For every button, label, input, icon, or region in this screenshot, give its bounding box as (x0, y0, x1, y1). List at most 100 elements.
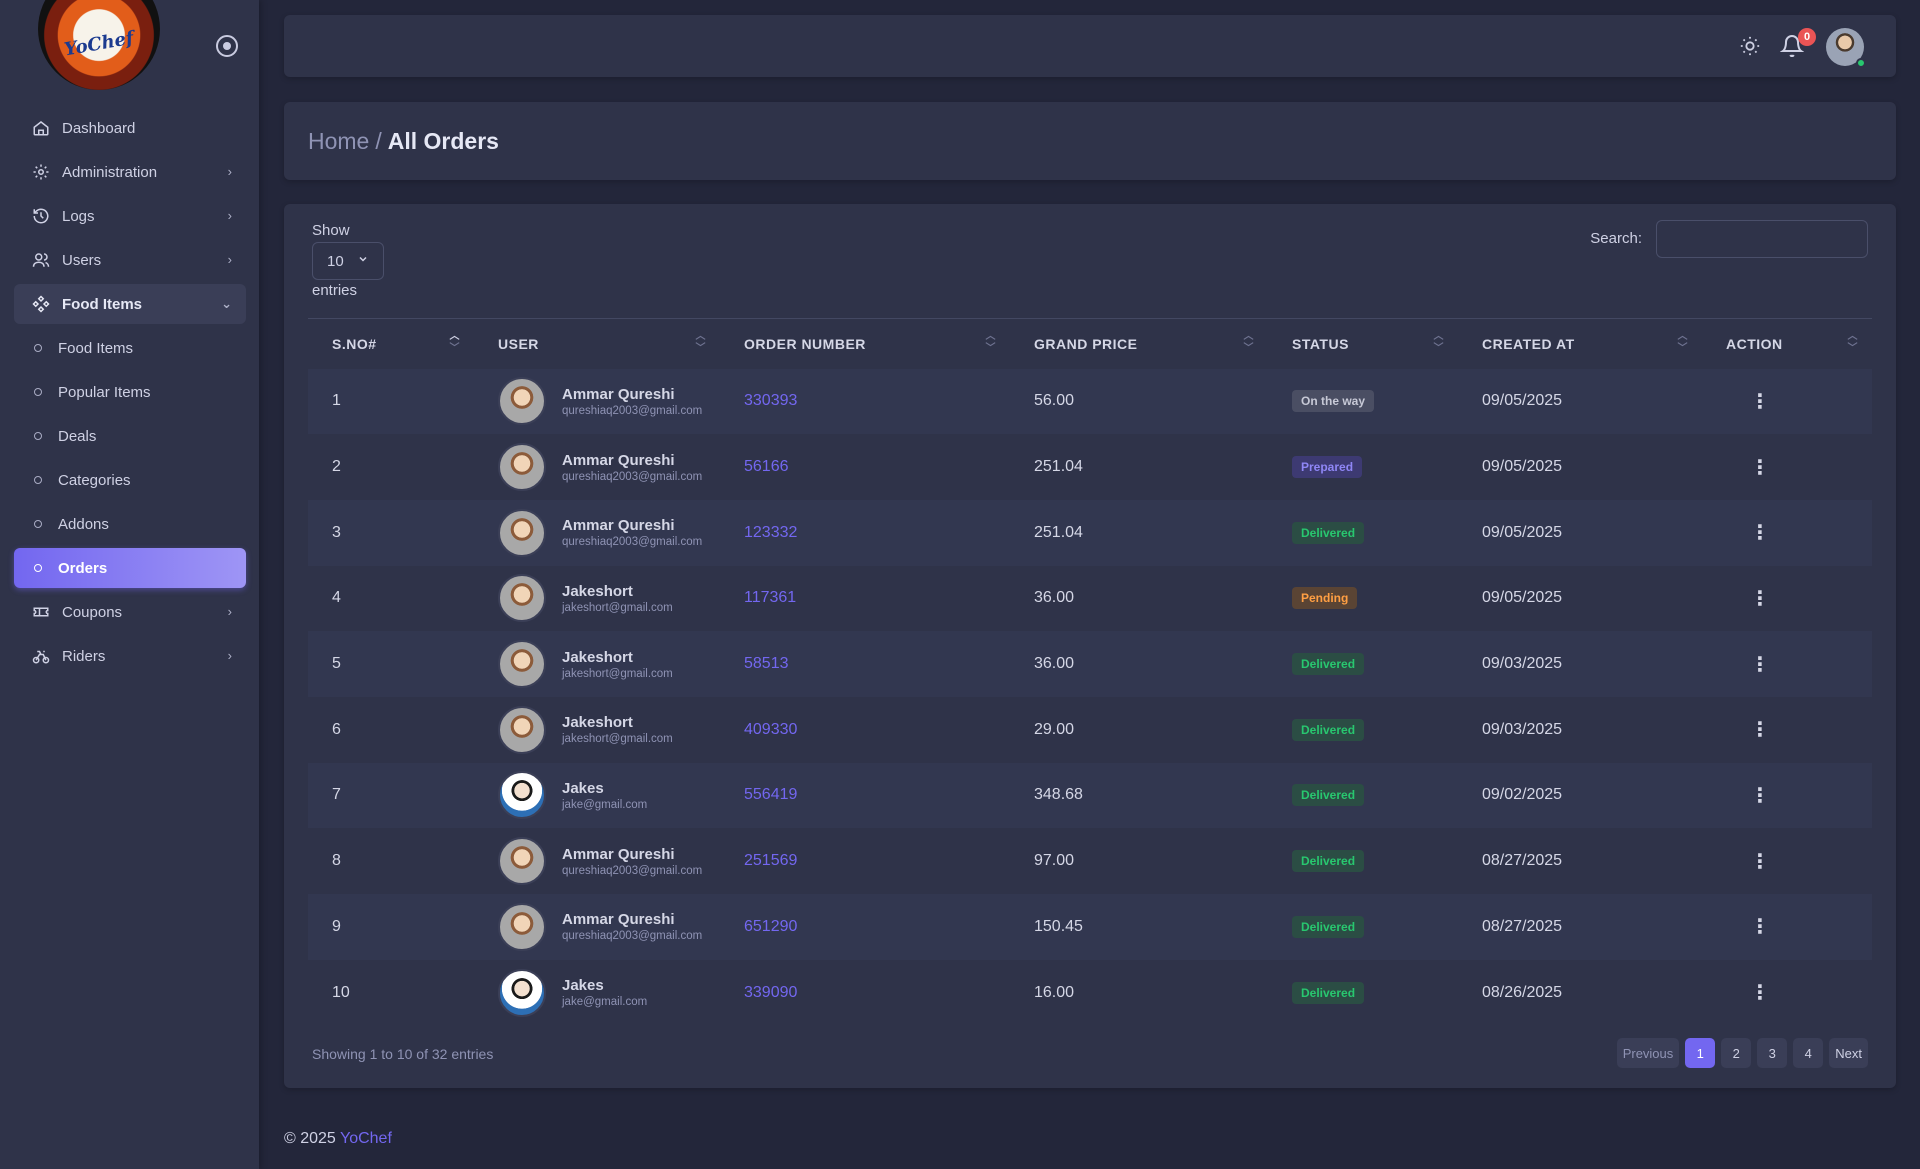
copyright-text: © 2025 (284, 1130, 336, 1147)
user-name: Jakeshort (562, 582, 633, 600)
sno-cell: 8 (332, 852, 341, 870)
sidebar-subitem-food-items[interactable]: Food Items (14, 328, 246, 368)
sidebar-item-dashboard[interactable]: Dashboard (14, 108, 246, 148)
more-vertical-icon[interactable]: ⋮ (1726, 851, 1770, 873)
order-number-link[interactable]: 651290 (744, 918, 797, 935)
pagination-page-2[interactable]: 2 (1721, 1038, 1752, 1068)
column-header-order-number[interactable]: ORDER NUMBER ︿ ﹀ (720, 318, 1010, 369)
pagination-previous[interactable]: Previous (1616, 1038, 1680, 1068)
sidebar-subitem-categories[interactable]: Categories (14, 460, 246, 500)
order-number-link[interactable]: 56166 (744, 458, 789, 475)
order-number-link[interactable]: 339090 (744, 984, 797, 1001)
column-header-created-at[interactable]: CREATED AT ︿ ﹀ (1458, 318, 1702, 369)
column-header-status[interactable]: STATUS ︿ ﹀ (1268, 318, 1458, 369)
footer: © 2025 YoChef (284, 1130, 392, 1148)
more-vertical-icon[interactable]: ⋮ (1726, 588, 1770, 610)
created-at-cell: 08/27/2025 (1482, 917, 1563, 935)
bike-icon (32, 647, 50, 665)
user-info: Jakeshort jakeshort@gmail.com (498, 705, 720, 754)
more-vertical-icon[interactable]: ⋮ (1726, 916, 1770, 938)
table-header-row: S.NO# ︿ ﹀ USER ︿ ﹀ ORDER NUMBER ︿ ﹀ GRAND P… (308, 318, 1872, 369)
search-input[interactable] (1656, 220, 1868, 258)
sidebar-toggle-icon[interactable] (216, 35, 238, 57)
more-vertical-icon[interactable]: ⋮ (1726, 391, 1770, 413)
sidebar-item-administration[interactable]: Administration › (14, 152, 246, 192)
grand-price-cell: 348.68 (1034, 786, 1083, 804)
orders-card: Show 10 entries Search: S.NO# ︿ ﹀ USER ︿ ﹀… (284, 204, 1896, 1088)
order-number-link[interactable]: 123332 (744, 524, 797, 541)
more-vertical-icon[interactable]: ⋮ (1726, 457, 1770, 479)
brand-logo[interactable]: YoChef (38, 0, 160, 90)
user-name: Ammar Qureshi (562, 845, 675, 863)
sidebar-item-riders[interactable]: Riders › (14, 636, 246, 676)
more-vertical-icon[interactable]: ⋮ (1726, 785, 1770, 807)
grand-price-cell: 36.00 (1034, 589, 1075, 607)
pagination-page-3[interactable]: 3 (1757, 1038, 1788, 1068)
order-number-link[interactable]: 556419 (744, 786, 797, 803)
user-name: Jakeshort (562, 714, 633, 732)
order-number-link[interactable]: 409330 (744, 721, 797, 738)
page-title: All Orders (387, 127, 499, 154)
action-cell: ⋮ (1702, 631, 1872, 697)
order-number-link[interactable]: 117361 (744, 589, 796, 606)
user-name: Jakes (562, 779, 604, 797)
order-number-link[interactable]: 330393 (744, 392, 797, 409)
status-badge: Delivered (1292, 981, 1365, 1004)
sidebar-item-label: Logs (62, 207, 95, 225)
sidebar-item-food-items[interactable]: Food Items ⌄ (14, 284, 246, 324)
order-number-link[interactable]: 251569 (744, 852, 797, 869)
pagination-page-4[interactable]: 4 (1793, 1038, 1824, 1068)
action-cell: ⋮ (1702, 500, 1872, 566)
circle-icon (34, 344, 42, 352)
grand-price-cell: 150.45 (1034, 917, 1083, 935)
table-row: 6 Jakeshort jakeshort@gmail.com 409330 29.00… (308, 697, 1872, 763)
user-email: jakeshort@gmail.com (562, 601, 673, 614)
sidebar-item-logs[interactable]: Logs › (14, 196, 246, 236)
status-badge: Delivered (1292, 784, 1365, 807)
table-row: 5 Jakeshort jakeshort@gmail.com 58513 36.00 D… (308, 631, 1872, 697)
column-header-user[interactable]: USER ︿ ﹀ (474, 318, 720, 369)
more-vertical-icon[interactable]: ⋮ (1726, 654, 1770, 676)
column-header-grand-price[interactable]: GRAND PRICE ︿ ﹀ (1010, 318, 1268, 369)
column-header-action[interactable]: ACTION ︿ ﹀ (1702, 318, 1872, 369)
order-number-cell: 123332 (720, 500, 1010, 566)
sidebar-subitem-label: Addons (58, 515, 109, 533)
logo-image: YoChef (38, 0, 160, 90)
more-vertical-icon[interactable]: ⋮ (1726, 522, 1770, 544)
footer-brand-link[interactable]: YoChef (340, 1130, 392, 1147)
grand-price-cell: 56.00 (1034, 392, 1075, 410)
user-text: Ammar Qureshi qureshiaq2003@gmail.com (562, 452, 702, 483)
sort-icon: ︿ ﹀ (1677, 331, 1688, 354)
sidebar-subitem-label: Categories (58, 471, 131, 489)
status-cell: Delivered (1268, 500, 1458, 566)
sidebar-subitem-addons[interactable]: Addons (14, 504, 246, 544)
user-text: Jakeshort jakeshort@gmail.com (562, 649, 673, 680)
table-row: 7 Jakes jake@gmail.com 556419 348.68 Delivere… (308, 762, 1872, 829)
user-info: Jakes jake@gmail.com (498, 771, 720, 820)
column-header-sno[interactable]: S.NO# ︿ ﹀ (308, 318, 474, 369)
sidebar-subitem-popular-items[interactable]: Popular Items (14, 372, 246, 412)
sun-icon[interactable] (1739, 35, 1761, 57)
sort-icon: ︿ ﹀ (985, 331, 996, 354)
order-number-cell: 58513 (720, 631, 1010, 697)
more-vertical-icon[interactable]: ⋮ (1726, 719, 1770, 741)
gear-icon (32, 163, 50, 181)
sidebar-nav: Dashboard Administration › Logs › Users … (14, 108, 246, 680)
sidebar-subitem-orders[interactable]: Orders (14, 548, 246, 588)
user-text: Ammar Qureshi qureshiaq2003@gmail.com (562, 386, 702, 417)
sidebar-subitem-deals[interactable]: Deals (14, 416, 246, 456)
sidebar-item-coupons[interactable]: Coupons › (14, 592, 246, 632)
pagination-page-1[interactable]: 1 (1685, 1038, 1716, 1068)
more-vertical-icon[interactable]: ⋮ (1726, 982, 1770, 1004)
action-cell: ⋮ (1702, 763, 1872, 829)
created-at-cell: 09/02/2025 (1482, 786, 1563, 804)
order-number-link[interactable]: 58513 (744, 655, 789, 672)
table-info: Showing 1 to 10 of 32 entries (312, 1046, 494, 1062)
page-length-select[interactable]: 10 (312, 242, 384, 280)
pagination-next[interactable]: Next (1829, 1038, 1868, 1068)
breadcrumb-home-link[interactable]: Home (308, 128, 369, 155)
breadcrumb-separator: / (375, 127, 382, 154)
grand-price-cell: 251.04 (1034, 523, 1083, 541)
user-cell: Jakeshort jakeshort@gmail.com (474, 631, 720, 697)
sidebar-item-users[interactable]: Users › (14, 240, 246, 280)
